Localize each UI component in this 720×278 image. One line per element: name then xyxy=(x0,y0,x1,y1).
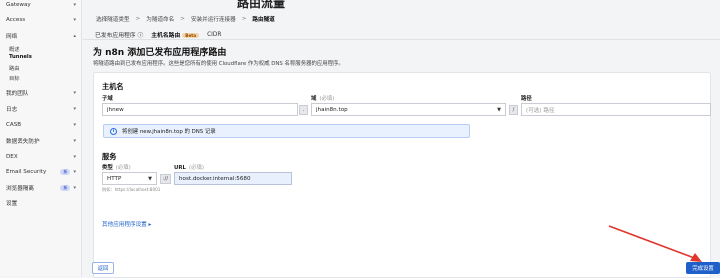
route-form-card: 主机名 子域 jhnew . 域 (必填) jhain8n.top ▼ / 路径 (… xyxy=(93,72,711,278)
chevron-down-icon: ▾ xyxy=(73,122,76,128)
sidebar-item-settings[interactable]: 设置 xyxy=(6,198,76,208)
protocol-separator: :// xyxy=(160,174,171,184)
sidebar-item-access[interactable]: Access ▾ xyxy=(6,15,76,25)
step-2: 为隧道命名 xyxy=(146,17,175,23)
sidebar-subitem-routes[interactable]: 路由 xyxy=(9,64,20,72)
chevron-down-icon: ▾ xyxy=(73,154,76,160)
sidebar-item-gateway[interactable]: Gateway ▾ xyxy=(6,0,76,10)
new-badge: 新 xyxy=(60,169,71,175)
sidebar-item-label: 我的团队 xyxy=(6,91,29,97)
step-separator: > xyxy=(241,16,247,22)
chevron-down-icon: ▾ xyxy=(73,2,76,8)
sidebar-item-label: DEX xyxy=(6,154,18,160)
step-4-current: 路由隧道 xyxy=(252,17,275,23)
sidebar-item-label: 浏览器隔离 xyxy=(6,186,34,192)
domain-label: 域 (必填) xyxy=(311,94,334,102)
tab-published-apps[interactable]: 已发布应用程序 ⓘ xyxy=(95,30,143,39)
other-app-settings-link[interactable]: 其他应用程序设置 ▸ xyxy=(102,220,151,228)
service-section-title: 服务 xyxy=(102,152,117,161)
required-hint: (必填) xyxy=(319,96,335,102)
subdomain-input[interactable]: jhnew xyxy=(102,103,298,116)
url-example-hint: 例如：https://localhost:8001 xyxy=(102,187,161,192)
required-hint: (必填) xyxy=(115,165,131,171)
service-type-value: HTTP xyxy=(107,175,122,182)
label-text: URL xyxy=(174,165,186,171)
domain-select[interactable]: jhain8n.top ▼ xyxy=(311,103,506,116)
sidebar-item-logs[interactable]: 日志 ▾ xyxy=(6,104,76,114)
path-placeholder: (可选) 路径 xyxy=(526,107,555,114)
step-1: 选择隧道类型 xyxy=(96,17,130,23)
required-hint: (必填) xyxy=(188,165,204,171)
subdomain-label: 子域 xyxy=(102,94,113,102)
sidebar-item-label: 设置 xyxy=(6,201,18,207)
sidebar-item-label: 网络 xyxy=(6,34,18,40)
sidebar-item-label: CASB xyxy=(6,122,22,128)
chevron-down-icon: ▾ xyxy=(73,185,76,191)
sidebar-subitem-overview[interactable]: 概述 xyxy=(9,45,20,53)
sidebar-item-network[interactable]: 网络 ▴ xyxy=(6,31,76,41)
sidebar-item-my-team[interactable]: 我的团队 ▾ xyxy=(6,88,76,98)
hostname-section-title: 主机名 xyxy=(102,82,124,91)
section-description: 将隧道路由到已发布应用程序。这些是您所有的使用 Cloudflare 作为权威 … xyxy=(93,61,344,67)
sidebar-item-label: Email Security xyxy=(6,169,47,175)
sidebar: Gateway ▾ Access ▾ 网络 ▴ 概述 Tunnels 路由 目标 我的… xyxy=(0,0,82,276)
beta-badge: Beta xyxy=(182,33,200,38)
slash-separator: / xyxy=(509,105,518,115)
chevron-down-icon: ▾ xyxy=(73,138,76,144)
sidebar-item-label: Gateway xyxy=(6,2,31,8)
dot-separator: . xyxy=(299,105,308,115)
path-input[interactable]: (可选) 路径 xyxy=(521,103,711,116)
finish-setup-button[interactable]: 完成设置 xyxy=(686,262,720,274)
step-separator: > xyxy=(180,16,185,22)
step-separator: > xyxy=(135,16,141,22)
sidebar-item-label: 日志 xyxy=(6,107,18,113)
new-badge: 新 xyxy=(60,185,71,191)
path-label: 路径 xyxy=(521,96,532,102)
sidebar-subitem-targets[interactable]: 目标 xyxy=(9,74,20,82)
chevron-up-icon: ▴ xyxy=(73,33,76,39)
label-text: 域 xyxy=(311,96,317,102)
sidebar-item-dex[interactable]: DEX ▾ xyxy=(6,152,76,162)
sidebar-item-casb[interactable]: CASB ▾ xyxy=(6,120,76,130)
wizard-steps: 选择隧道类型 > 为隧道命名 > 安装并运行连接器 > 路由隧道 xyxy=(96,15,275,23)
service-url-input[interactable]: host.docker.internal:5680 xyxy=(174,172,292,185)
divider xyxy=(83,39,720,40)
main-content: 路由流量 选择隧道类型 > 为隧道命名 > 安装并运行连接器 > 路由隧道 已发… xyxy=(83,0,720,278)
label-text: 类型 xyxy=(102,165,113,171)
sidebar-item-email-security[interactable]: Email Security 新 ▾ xyxy=(6,167,76,177)
sidebar-item-browser-isolation[interactable]: 浏览器隔离 新 ▾ xyxy=(6,183,76,193)
page-title: 路由流量 xyxy=(237,0,286,10)
dns-info-text: 将创建 new.jhain8n.top 的 DNS 记录 xyxy=(122,129,216,135)
sidebar-subitem-tunnels[interactable]: Tunnels xyxy=(9,54,32,60)
label-text: 子域 xyxy=(102,96,113,102)
section-heading: 为 n8n 添加已发布应用程序路由 xyxy=(93,48,227,58)
tab-hostname-routes[interactable]: 主机名路由 Beta xyxy=(151,30,200,39)
url-label: URL (必填) xyxy=(174,163,204,171)
back-button[interactable]: 返回 xyxy=(92,262,114,274)
chevron-down-icon: ▼ xyxy=(148,175,152,182)
chevron-down-icon: ▼ xyxy=(497,106,501,113)
chevron-down-icon: ▾ xyxy=(73,169,76,175)
domain-value: jhain8n.top xyxy=(316,106,348,113)
tab-cidr[interactable]: CIDR xyxy=(207,32,221,38)
chevron-down-icon: ▾ xyxy=(73,90,76,96)
sidebar-item-dlp[interactable]: 数据丢失防护 ▾ xyxy=(6,136,76,146)
chevron-down-icon: ▾ xyxy=(73,17,76,23)
type-label: 类型 (必填) xyxy=(102,163,131,171)
chevron-down-icon: ▾ xyxy=(73,106,76,112)
step-3: 安装并运行连接器 xyxy=(190,17,236,23)
sidebar-item-label: Access xyxy=(6,17,26,23)
sidebar-item-label: 数据丢失防护 xyxy=(6,139,40,145)
info-icon: i xyxy=(110,127,117,135)
dns-info-banner: i 将创建 new.jhain8n.top 的 DNS 记录 xyxy=(103,124,470,138)
service-type-select[interactable]: HTTP ▼ xyxy=(102,172,157,185)
route-tabs: 已发布应用程序 ⓘ 主机名路由 Beta CIDR xyxy=(95,30,221,40)
